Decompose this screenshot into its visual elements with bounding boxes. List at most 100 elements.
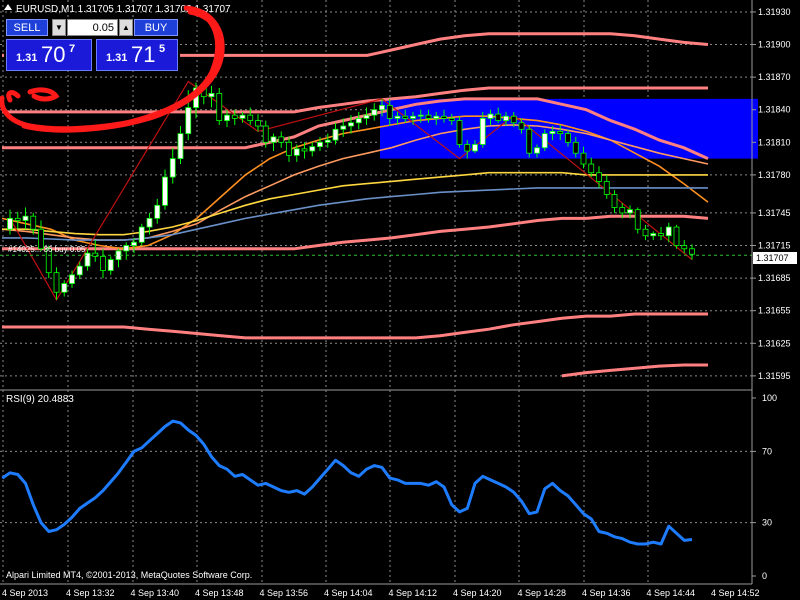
candle-body — [394, 115, 401, 119]
candle-body — [642, 228, 649, 237]
candle-body — [487, 113, 494, 119]
candle-body — [526, 128, 533, 154]
candle-body — [22, 215, 29, 221]
candle-body — [355, 118, 362, 124]
time-tick-label: 4 Sep 13:40 — [131, 588, 180, 598]
candle-body — [239, 114, 246, 119]
candle-body — [557, 131, 564, 135]
candle-body — [549, 131, 556, 135]
candle-body — [673, 226, 680, 246]
price-tick-label: 1.31840 — [758, 105, 791, 115]
candle-body — [479, 118, 486, 145]
time-tick-label: 4 Sep 14:44 — [647, 588, 696, 598]
buy-price-button[interactable]: 1.31 71 5 — [96, 39, 178, 71]
candle-body — [588, 163, 595, 174]
candle-body — [53, 272, 60, 293]
candle-body — [278, 136, 285, 143]
sell-price-button[interactable]: 1.31 70 7 — [6, 39, 92, 71]
rsi-header: RSI(9) 20.4883 — [6, 394, 74, 405]
candle-body — [348, 122, 354, 127]
candle-body — [301, 148, 308, 152]
candle-body — [456, 120, 463, 145]
candle-body — [61, 283, 68, 293]
buy-price-fraction: 5 — [159, 43, 166, 55]
buy-price-pips: 71 — [131, 42, 156, 67]
order-level-label: #14025... 36 buy 0.05 — [8, 245, 86, 254]
sell-price-fraction: 7 — [69, 43, 76, 55]
candle-body — [162, 176, 168, 206]
time-tick-label: 4 Sep 14:12 — [389, 588, 438, 598]
svg-text:1.31707: 1.31707 — [756, 253, 789, 263]
price-tick-label: 1.31625 — [758, 338, 791, 348]
candle-body — [185, 107, 192, 135]
one-click-trading-panel: SELL ▼ ▲ BUY 1.31 70 7 1.31 71 5 — [4, 19, 180, 71]
candle-body — [386, 104, 393, 119]
rsi-line — [1, 419, 693, 546]
chevron-down-icon: ▼ — [55, 23, 63, 32]
price-tick-label: 1.31595 — [758, 371, 791, 381]
chart-menu-icon[interactable] — [4, 4, 12, 10]
price-tick-label: 1.31745 — [758, 208, 791, 218]
candle-body — [518, 122, 525, 130]
sell-button[interactable]: SELL — [6, 19, 48, 36]
sell-price-pips: 70 — [41, 42, 66, 67]
candle-body — [402, 115, 409, 119]
candle-body — [658, 233, 664, 237]
price-tick-label: 1.31715 — [758, 241, 791, 251]
price-tick-label: 1.31655 — [758, 306, 791, 316]
candle-body — [363, 114, 370, 119]
candle-body — [441, 115, 447, 119]
candle-body — [627, 209, 633, 214]
candle-body — [255, 120, 261, 127]
time-tick-label: 4 Sep 14:52 — [711, 588, 760, 598]
candle-body — [76, 265, 83, 276]
lot-increase-button[interactable]: ▲ — [119, 19, 133, 36]
candle-body — [224, 114, 230, 121]
candle-body — [169, 158, 176, 178]
copyright-text: Alpari Limited MT4, ©2001-2013, MetaQuot… — [6, 570, 252, 580]
price-axis: 1.31930 1.31900 1.31870 1.31840 1.31810 1.317… — [752, 7, 791, 381]
candle-body — [30, 215, 37, 230]
price-tick-label: 1.31685 — [758, 273, 791, 283]
rsi-panel-grid — [0, 390, 752, 584]
current-price-marker: 1.31707 — [753, 252, 797, 264]
candle-body — [425, 114, 432, 119]
candle-body — [503, 115, 509, 121]
candle-body — [317, 141, 323, 148]
candle-body — [611, 194, 618, 208]
candle-body — [154, 204, 161, 219]
lot-decrease-button[interactable]: ▼ — [52, 19, 66, 36]
candle-body — [417, 114, 424, 117]
candle-body — [69, 274, 75, 284]
candle-body — [510, 115, 517, 124]
rsi-tick-label: 70 — [762, 446, 772, 456]
indicator-ma_yellow — [2, 171, 708, 236]
time-axis: 4 Sep 2013 4 Sep 13:32 4 Sep 13:40 4 Sep 13… — [2, 588, 760, 598]
candle-body — [448, 118, 455, 121]
candle-body — [650, 233, 657, 237]
rsi-series — [1, 419, 693, 546]
candle-body — [138, 226, 145, 243]
candle-body — [495, 113, 502, 121]
price-tick-label: 1.31780 — [758, 170, 791, 180]
candle-body — [309, 146, 316, 152]
indicator-lines — [1, 32, 709, 378]
candle-body — [410, 115, 416, 119]
candle-body — [107, 259, 114, 271]
candle-body — [371, 109, 378, 116]
indicator-bb_inner_lower — [2, 312, 708, 340]
candle-body — [572, 141, 579, 154]
candle-body — [216, 93, 223, 121]
candle-body — [324, 139, 331, 143]
candle-body — [286, 141, 292, 156]
candle-body — [534, 147, 540, 154]
buy-button[interactable]: BUY — [134, 19, 178, 36]
price-tick-label: 1.31930 — [758, 7, 791, 17]
candle-body — [270, 136, 277, 143]
candle-body — [231, 114, 238, 119]
candle-body — [14, 217, 21, 221]
lot-size-input[interactable] — [67, 19, 118, 36]
candle-body — [665, 226, 672, 237]
fibo-zone-rect — [380, 98, 758, 159]
candle-body — [634, 209, 641, 230]
